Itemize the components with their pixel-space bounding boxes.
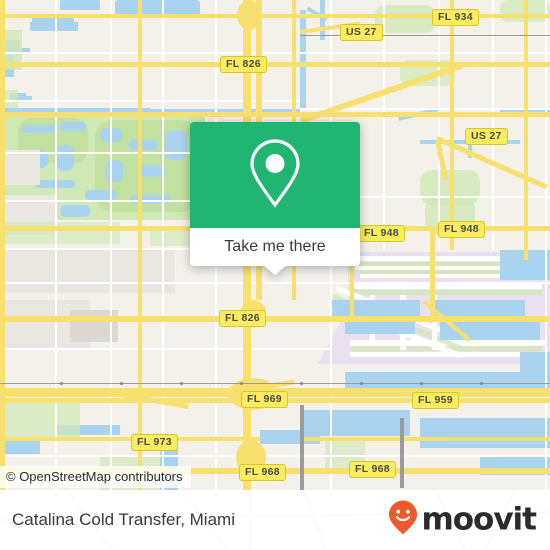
map-water xyxy=(165,130,187,160)
map-pin-icon xyxy=(247,137,303,214)
map-street xyxy=(162,0,164,490)
map-railway xyxy=(300,405,304,490)
road-shield[interactable]: FL 968 xyxy=(349,461,396,478)
map-highway xyxy=(430,226,435,316)
map-water xyxy=(85,190,117,200)
road-shield[interactable]: FL 973 xyxy=(131,434,178,451)
map-highway xyxy=(0,316,550,322)
map-water xyxy=(60,0,100,10)
map-canal xyxy=(320,0,325,40)
map-railway-tick xyxy=(180,382,183,385)
map-railway xyxy=(0,383,550,384)
osm-attribution[interactable]: © OpenStreetMap contributors xyxy=(0,466,191,488)
map-canal xyxy=(300,10,306,110)
map-street xyxy=(330,196,550,198)
road-shield[interactable]: US 27 xyxy=(340,24,383,41)
map-street xyxy=(55,0,57,490)
map-highway xyxy=(138,0,142,490)
map-water xyxy=(0,440,40,454)
map-water xyxy=(30,22,78,31)
map-highway xyxy=(524,0,528,260)
moovit-brand[interactable]: moovit xyxy=(388,500,537,541)
map-water xyxy=(330,300,420,316)
map-street xyxy=(0,152,200,154)
moovit-pin-smiley-icon xyxy=(388,500,418,541)
map-interchange xyxy=(237,0,261,30)
map-street xyxy=(0,200,200,202)
moovit-wordmark: moovit xyxy=(421,501,537,538)
location-callout-card[interactable]: Take me there xyxy=(190,122,360,275)
map-railway-tick xyxy=(120,382,123,385)
road-shield[interactable]: FL 934 xyxy=(432,9,479,26)
callout-tail xyxy=(264,266,286,275)
map-highway xyxy=(0,437,260,441)
map-water xyxy=(56,145,74,171)
map-railway-tick xyxy=(240,382,243,385)
road-shield[interactable]: FL 826 xyxy=(220,56,267,73)
map-railway-tick xyxy=(360,382,363,385)
place-title: Catalina Cold Transfer, Miami xyxy=(12,510,235,529)
callout-action-area[interactable]: Take me there xyxy=(190,228,360,266)
map-street xyxy=(383,0,385,250)
map-canvas[interactable]: FL 934 US 27 FL 826 US 27 FL 948 FL 948 … xyxy=(0,0,550,490)
map-water xyxy=(60,122,86,131)
footer-bar: Catalina Cold Transfer, Miami moovit xyxy=(0,490,550,550)
road-shield[interactable]: US 27 xyxy=(465,128,508,145)
map-water xyxy=(22,125,56,133)
map-railway-tick xyxy=(420,382,423,385)
map-street xyxy=(492,0,494,250)
take-me-there-label: Take me there xyxy=(224,238,326,255)
map-street xyxy=(0,282,550,284)
road-shield[interactable]: FL 969 xyxy=(241,391,288,408)
map-park xyxy=(0,398,80,438)
map-highway xyxy=(0,112,550,117)
map-railway-tick xyxy=(60,382,63,385)
map-street xyxy=(0,100,300,102)
map-water xyxy=(128,140,158,150)
map-highway xyxy=(0,62,550,67)
road-shield[interactable]: FL 968 xyxy=(239,464,286,481)
map-street xyxy=(0,455,550,457)
map-highway xyxy=(0,0,5,490)
map-street xyxy=(0,348,330,350)
road-shield[interactable]: FL 826 xyxy=(219,310,266,327)
map-railway xyxy=(300,35,550,36)
road-shield[interactable]: FL 959 xyxy=(412,392,459,409)
callout-icon-area xyxy=(190,122,360,228)
map-street xyxy=(438,0,440,250)
map-railway xyxy=(400,418,404,488)
road-shield[interactable]: FL 948 xyxy=(438,221,485,238)
map-highway xyxy=(300,437,550,441)
map-water xyxy=(420,418,550,448)
map-street xyxy=(110,0,112,490)
map-residential xyxy=(0,150,40,185)
map-street xyxy=(0,52,550,54)
map-water xyxy=(105,160,123,182)
map-railway-tick xyxy=(480,382,483,385)
map-highway xyxy=(450,0,454,250)
map-residential xyxy=(0,248,175,293)
map-screenshot: FL 934 US 27 FL 826 US 27 FL 948 FL 948 … xyxy=(0,0,550,550)
map-railway-tick xyxy=(300,382,303,385)
map-water xyxy=(60,205,90,217)
map-airport-grass xyxy=(352,290,542,295)
map-street xyxy=(545,0,547,490)
road-shield[interactable]: FL 948 xyxy=(358,225,405,242)
